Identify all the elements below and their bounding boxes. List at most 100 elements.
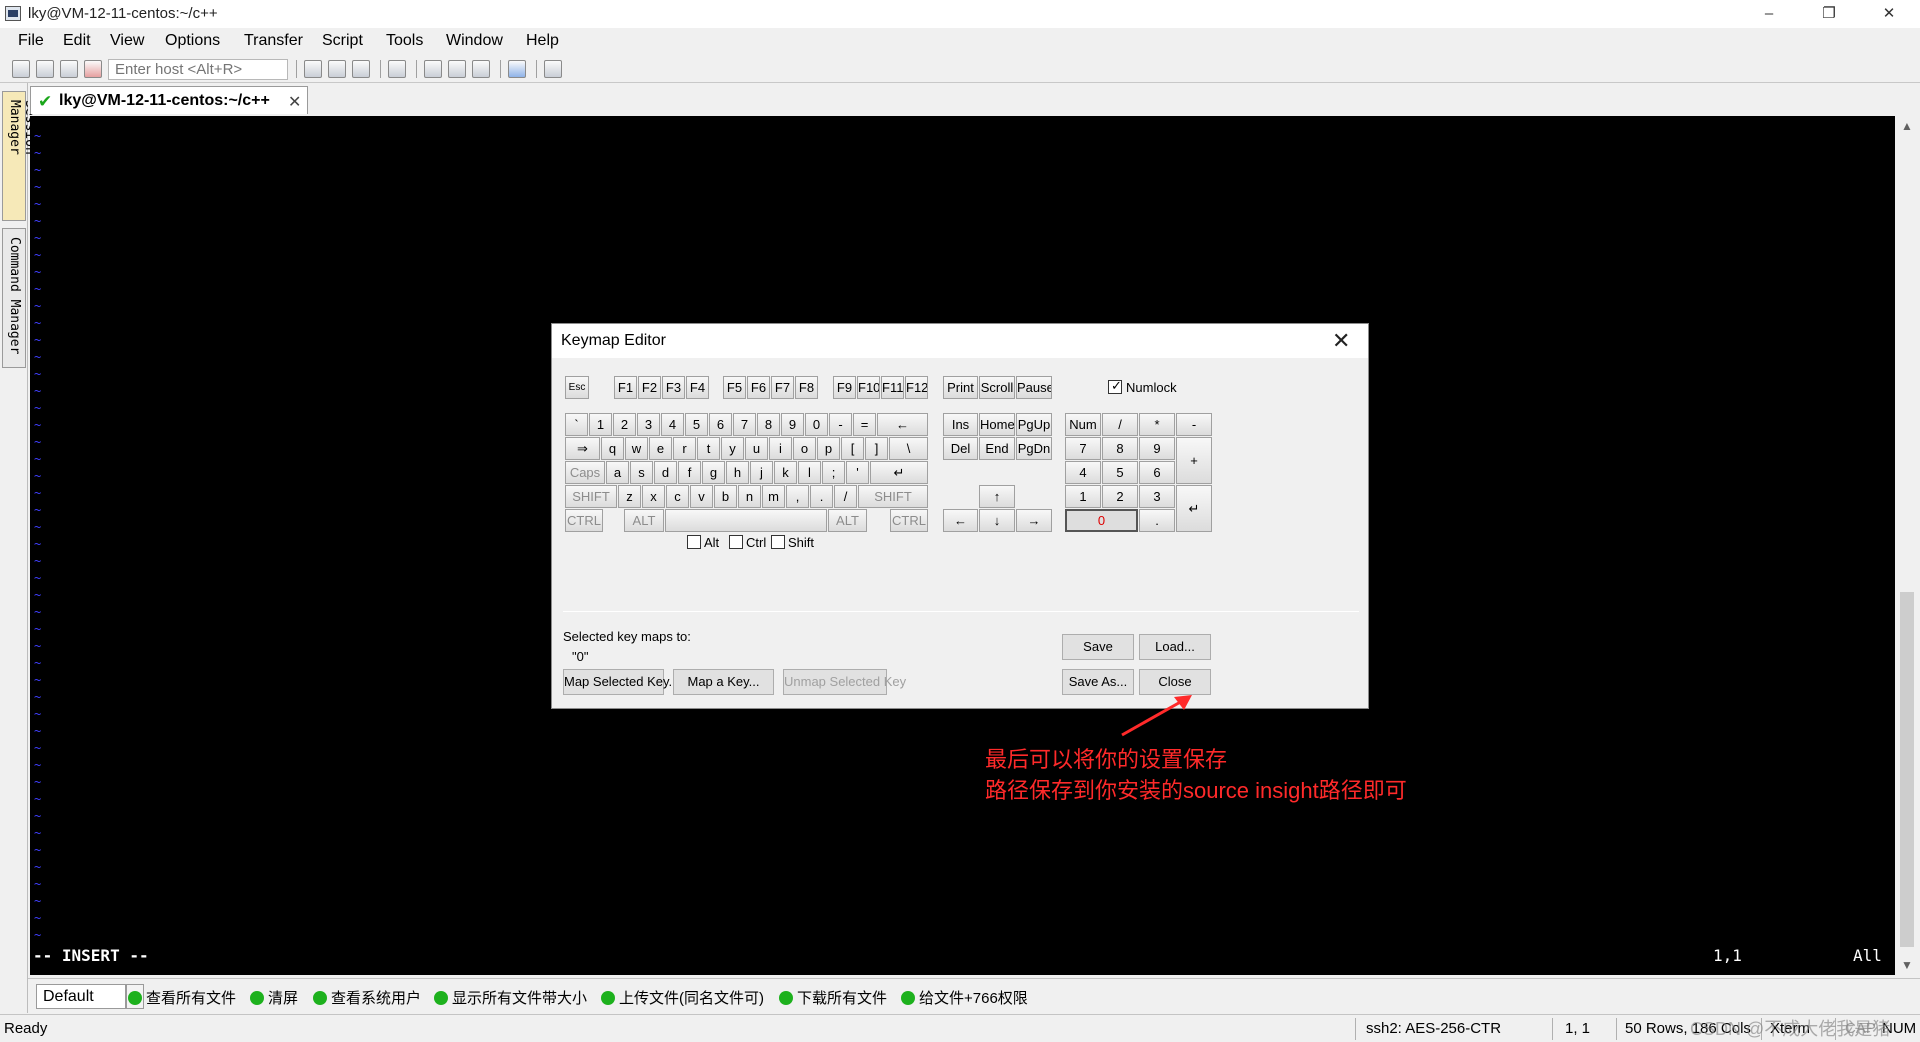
key-left-shift[interactable]: SHIFT — [565, 485, 617, 508]
unmap-selected-key-button[interactable]: Unmap Selected Key — [783, 669, 906, 695]
key-num-7[interactable]: 7 — [1065, 437, 1101, 460]
key-o[interactable]: o — [793, 437, 816, 460]
key-num-9[interactable]: 9 — [1139, 437, 1175, 460]
key-f6[interactable]: F6 — [747, 376, 770, 399]
session-tab-close-icon[interactable]: ✕ — [288, 92, 301, 112]
key-delete[interactable]: Del — [943, 437, 978, 460]
key-b[interactable]: b — [714, 485, 737, 508]
key-quote[interactable]: ' — [846, 461, 869, 484]
key-num-minus[interactable]: - — [1176, 413, 1212, 436]
key-semicolon[interactable]: ; — [822, 461, 845, 484]
key-v[interactable]: v — [690, 485, 713, 508]
key-numlock[interactable]: Num — [1065, 413, 1101, 436]
quick-button-system-users[interactable]: 查看系统用户 — [313, 987, 421, 1009]
key-equals[interactable]: = — [853, 413, 876, 436]
key-space[interactable] — [665, 509, 827, 532]
key-7[interactable]: 7 — [733, 413, 756, 436]
key-num-8[interactable]: 8 — [1102, 437, 1138, 460]
button-bar-select[interactable]: Default — [36, 984, 126, 1009]
command-manager-tab[interactable]: Command Manager — [2, 228, 26, 368]
key-0[interactable]: 0 — [805, 413, 828, 436]
key-6[interactable]: 6 — [709, 413, 732, 436]
ctrl-checkbox[interactable] — [729, 535, 743, 549]
key-u[interactable]: u — [745, 437, 768, 460]
map-selected-key-button[interactable]: Map Selected Key... — [563, 669, 679, 695]
key-page-up[interactable]: PgUp — [1016, 413, 1052, 436]
key-num-4[interactable]: 4 — [1065, 461, 1101, 484]
key-f8[interactable]: F8 — [795, 376, 818, 399]
key-left-ctrl[interactable]: CTRL — [565, 509, 603, 532]
quick-button-list-files[interactable]: 查看所有文件 — [128, 987, 236, 1009]
alt-checkbox[interactable] — [687, 535, 701, 549]
key-period[interactable]: . — [810, 485, 833, 508]
find-icon[interactable] — [352, 60, 370, 78]
scroll-down-arrow-icon[interactable]: ▼ — [1897, 955, 1917, 975]
help-icon[interactable] — [508, 60, 526, 78]
key-f5[interactable]: F5 — [723, 376, 746, 399]
key-num-6[interactable]: 6 — [1139, 461, 1175, 484]
key-y[interactable]: y — [721, 437, 744, 460]
map-a-key-button[interactable]: Map a Key... — [673, 669, 774, 695]
key-w[interactable]: w — [625, 437, 648, 460]
menu-edit[interactable]: Edit — [63, 32, 91, 50]
key-scroll[interactable]: Scroll — [979, 376, 1015, 399]
session-tab[interactable]: ✔ lky@VM-12-11-centos:~/c++ ✕ — [30, 86, 308, 114]
key-num-5[interactable]: 5 — [1102, 461, 1138, 484]
key-f3[interactable]: F3 — [662, 376, 685, 399]
key-2[interactable]: 2 — [613, 413, 636, 436]
key-s[interactable]: s — [630, 461, 653, 484]
key-f1[interactable]: F1 — [614, 376, 637, 399]
key-arrow-right[interactable]: → — [1016, 509, 1052, 532]
key-left-alt[interactable]: ALT — [624, 509, 664, 532]
key-x[interactable]: x — [642, 485, 665, 508]
key-f[interactable]: f — [678, 461, 701, 484]
numlock-checkbox[interactable]: ✓ — [1108, 378, 1122, 394]
key-f10[interactable]: F10 — [857, 376, 880, 399]
key-f4[interactable]: F4 — [686, 376, 709, 399]
copy-icon[interactable] — [304, 60, 322, 78]
key-f11[interactable]: F11 — [881, 376, 904, 399]
key-enter[interactable]: ↵ — [870, 461, 928, 484]
save-button[interactable]: Save — [1062, 634, 1134, 660]
load-button[interactable]: Load... — [1139, 634, 1211, 660]
dialog-close-icon[interactable]: ✕ — [1332, 328, 1350, 354]
menu-script[interactable]: Script — [322, 32, 363, 50]
menu-tools[interactable]: Tools — [386, 32, 423, 50]
key-c[interactable]: c — [666, 485, 689, 508]
close-window-button[interactable]: ✕ — [1866, 0, 1912, 28]
reconnect-icon[interactable] — [60, 60, 78, 78]
key-4[interactable]: 4 — [661, 413, 684, 436]
quick-button-upload[interactable]: 上传文件(同名文件可) — [601, 987, 764, 1009]
key-right-alt[interactable]: ALT — [828, 509, 867, 532]
key-h[interactable]: h — [726, 461, 749, 484]
key-arrow-down[interactable]: ↓ — [979, 509, 1015, 532]
key-minus[interactable]: - — [829, 413, 852, 436]
quick-connect-icon[interactable] — [36, 60, 54, 78]
quick-button-download[interactable]: 下载所有文件 — [779, 987, 887, 1009]
key-arrow-left[interactable]: ← — [943, 509, 978, 532]
key-num-enter[interactable]: ↵ — [1176, 485, 1212, 532]
key-n[interactable]: n — [738, 485, 761, 508]
menu-transfer[interactable]: Transfer — [244, 32, 303, 50]
key-caps[interactable]: Caps — [565, 461, 605, 484]
quick-button-clear[interactable]: 清屏 — [250, 987, 298, 1009]
key-8[interactable]: 8 — [757, 413, 780, 436]
key-f7[interactable]: F7 — [771, 376, 794, 399]
key-1[interactable]: 1 — [589, 413, 612, 436]
key-end[interactable]: End — [979, 437, 1015, 460]
key-num-dot[interactable]: . — [1139, 509, 1175, 532]
key-right-bracket[interactable]: ] — [865, 437, 888, 460]
key-backspace[interactable]: ← — [877, 413, 928, 436]
key-print[interactable]: Print — [943, 376, 978, 399]
key-l[interactable]: l — [798, 461, 821, 484]
key-num-1[interactable]: 1 — [1065, 485, 1101, 508]
key-r[interactable]: r — [673, 437, 696, 460]
disconnect-icon[interactable] — [84, 60, 102, 78]
quick-button-files-with-size[interactable]: 显示所有文件带大小 — [434, 987, 587, 1009]
menu-window[interactable]: Window — [446, 32, 503, 50]
key-backslash[interactable]: \ — [889, 437, 928, 460]
print-icon[interactable] — [388, 60, 406, 78]
key-backtick[interactable]: ` — [565, 413, 588, 436]
key-comma[interactable]: , — [786, 485, 809, 508]
key-g[interactable]: g — [702, 461, 725, 484]
